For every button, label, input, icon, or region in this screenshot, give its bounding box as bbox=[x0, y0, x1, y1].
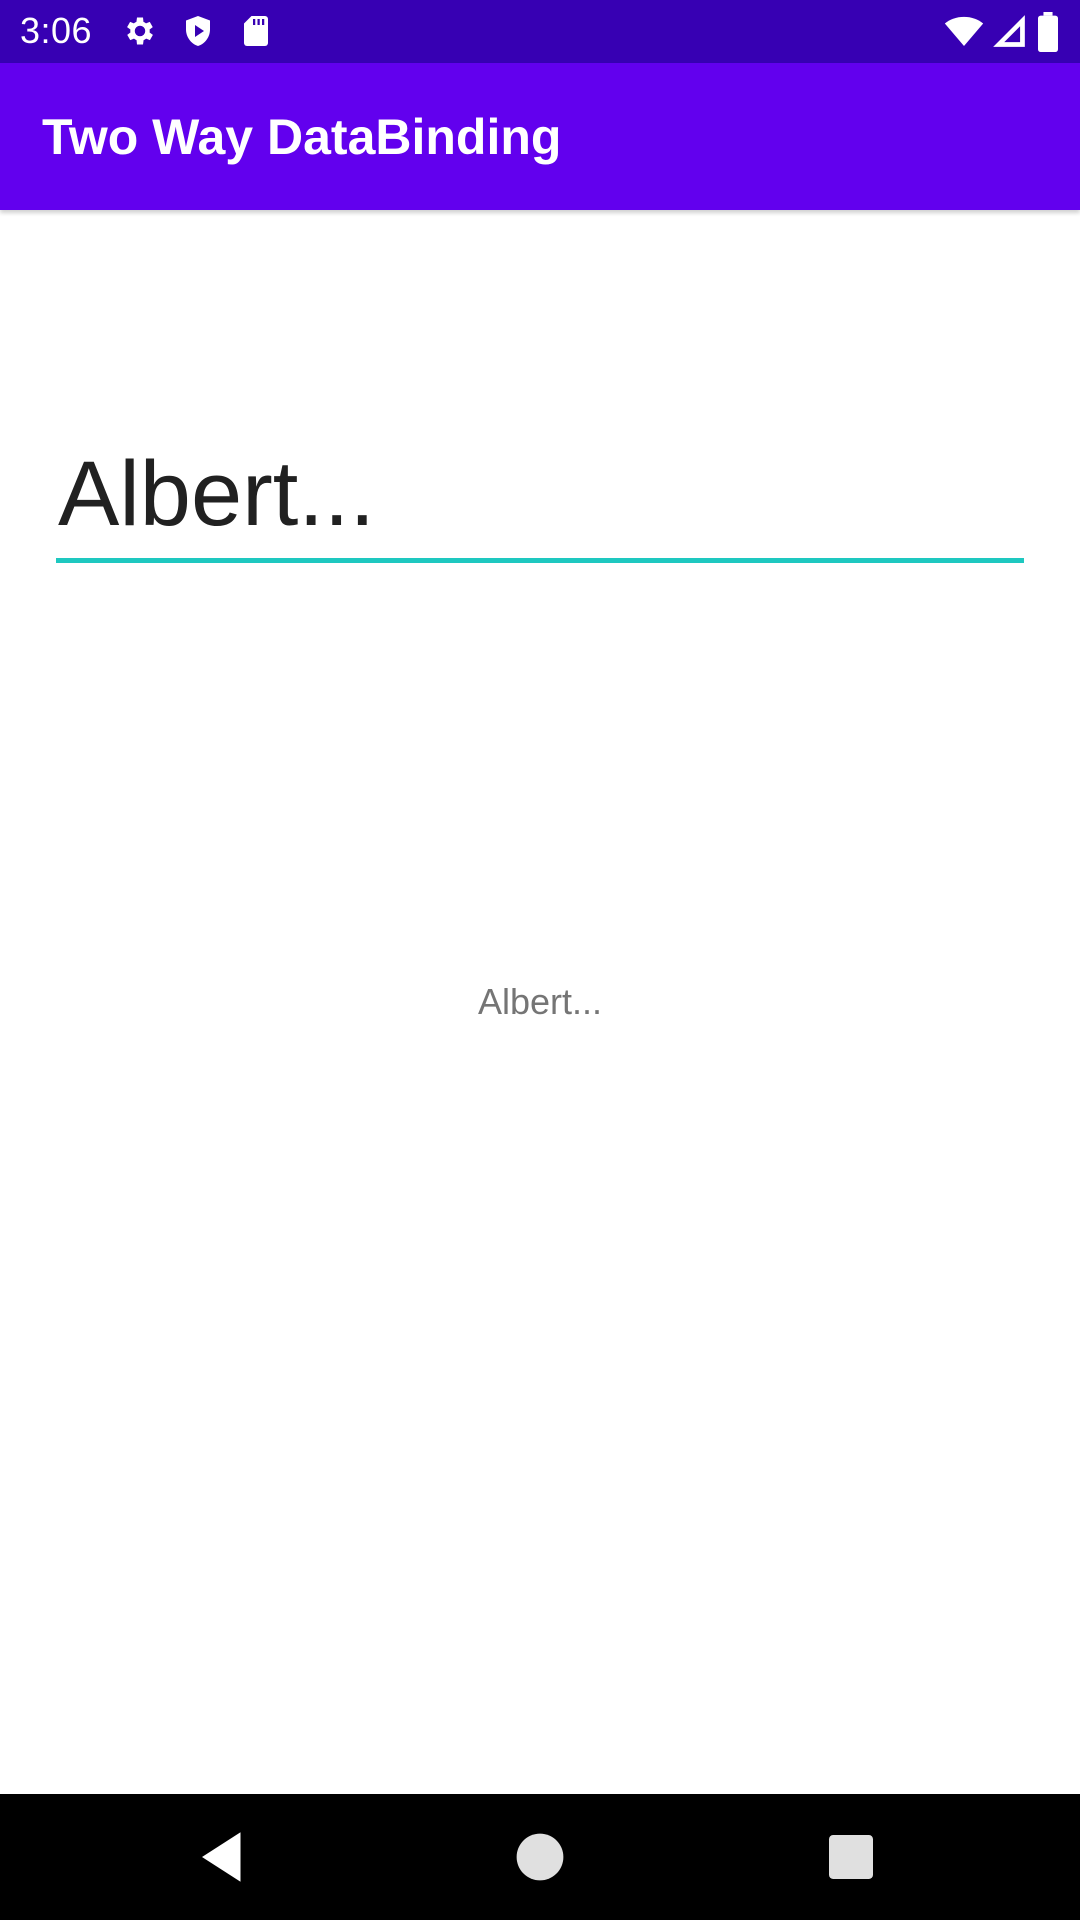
navigation-bar bbox=[0, 1794, 1080, 1920]
input-underline bbox=[56, 558, 1024, 563]
recents-icon[interactable] bbox=[818, 1824, 884, 1890]
name-input-value[interactable]: Albert... bbox=[58, 440, 375, 548]
status-bar: 3:06 bbox=[0, 0, 1080, 63]
cell-signal-icon bbox=[990, 12, 1028, 50]
name-input[interactable]: Albert... bbox=[56, 440, 1024, 564]
shield-icon bbox=[180, 13, 216, 49]
app-bar: Two Way DataBinding bbox=[0, 63, 1080, 210]
gear-icon bbox=[122, 13, 158, 49]
bound-text-label: Albert... bbox=[477, 981, 603, 1022]
app-title: Two Way DataBinding bbox=[42, 109, 562, 165]
wifi-icon bbox=[944, 11, 984, 51]
sd-card-icon bbox=[238, 13, 274, 49]
status-time: 3:06 bbox=[20, 10, 93, 51]
battery-icon bbox=[1036, 12, 1060, 52]
home-icon[interactable] bbox=[507, 1824, 573, 1890]
back-icon[interactable] bbox=[191, 1824, 257, 1890]
